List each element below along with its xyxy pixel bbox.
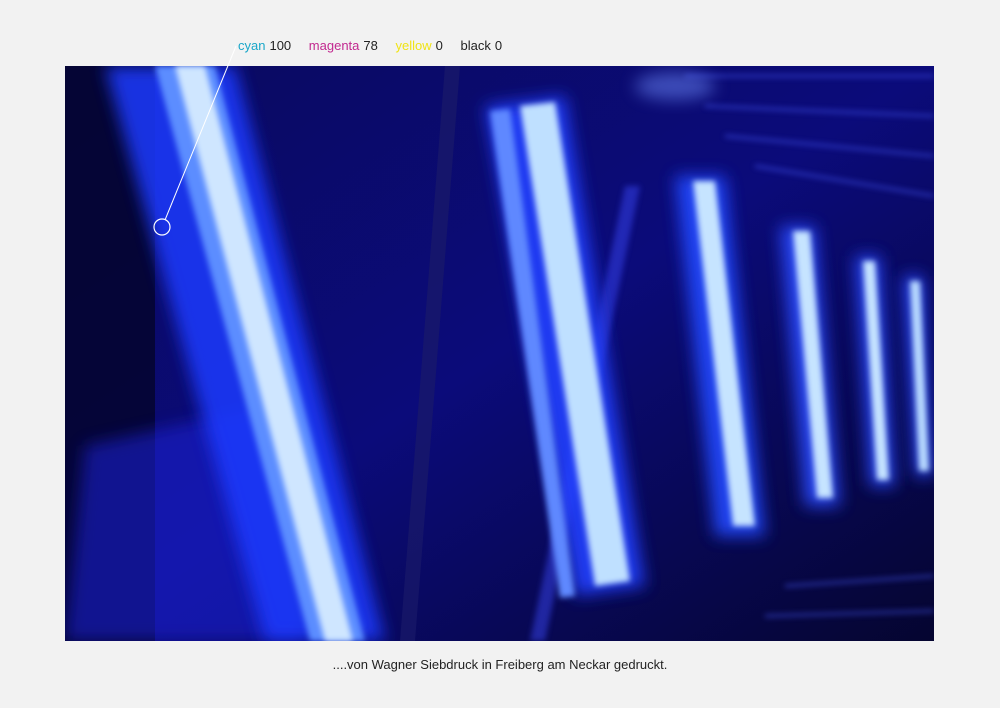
cmyk-cyan: cyan 100 <box>238 38 295 53</box>
yellow-label: yellow <box>395 38 432 53</box>
black-value: 0 <box>494 38 503 53</box>
photo-illustration <box>65 66 934 641</box>
yellow-value: 0 <box>435 38 443 53</box>
cyan-value: 100 <box>269 38 292 53</box>
cyan-label: cyan <box>238 38 266 53</box>
magenta-value: 78 <box>363 38 378 53</box>
cmyk-black: black 0 <box>460 38 502 53</box>
black-label: black <box>460 38 491 53</box>
cmyk-yellow: yellow 0 <box>395 38 446 53</box>
cmyk-values: cyan 100 magenta 78 yellow 0 black 0 <box>238 38 516 53</box>
fluorescent-tubes-photo <box>65 66 934 641</box>
cmyk-magenta: magenta 78 <box>309 38 382 53</box>
caption: ....von Wagner Siebdruck in Freiberg am … <box>332 657 668 672</box>
magenta-label: magenta <box>308 38 360 53</box>
